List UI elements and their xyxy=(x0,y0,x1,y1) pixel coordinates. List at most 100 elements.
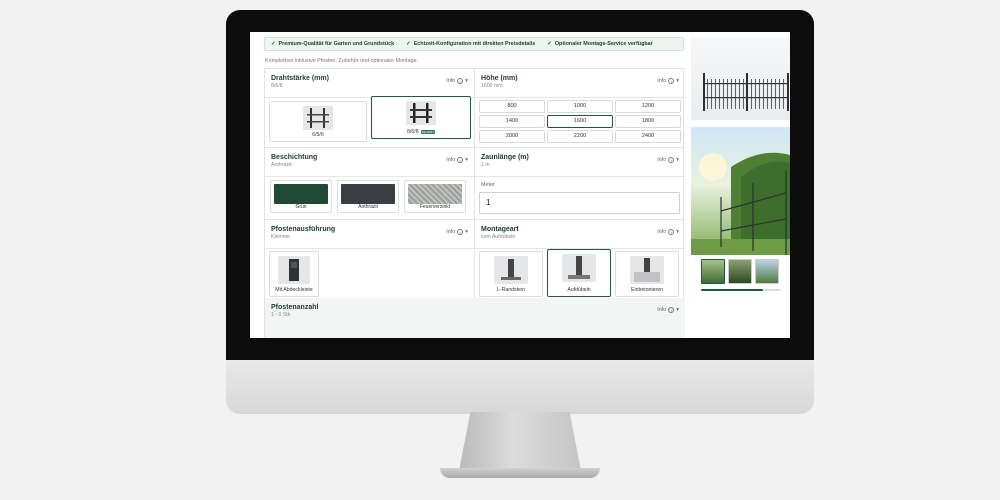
hoehe-option-1000[interactable]: 1000 xyxy=(547,100,613,113)
hoehe-option-1200[interactable]: 1200 xyxy=(615,100,681,113)
info-toggle[interactable]: Info i ▾ xyxy=(657,229,679,235)
section-value: 1600 mm xyxy=(481,83,503,89)
info-icon: i xyxy=(668,157,675,163)
chevron-down-icon: ▾ xyxy=(676,229,679,235)
option-aufduebeln[interactable]: Aufdübeln xyxy=(547,249,611,297)
option-drahtstaerke-868[interactable]: 8/6/8 BELIEBT xyxy=(371,96,471,139)
check-icon: ✓ xyxy=(547,41,552,47)
image-caption xyxy=(691,122,790,126)
chevron-down-icon: ▾ xyxy=(465,78,468,84)
chevron-down-icon: ▾ xyxy=(676,157,679,163)
post-image xyxy=(278,256,310,284)
color-chip xyxy=(341,184,395,204)
mount-image xyxy=(630,256,664,284)
usp-item-1: ✓ Premium-Qualität für Garten und Grundst… xyxy=(271,41,395,47)
gallery-thumbnail[interactable] xyxy=(755,259,779,284)
option-drahtstaerke-656[interactable]: 6/5/6 xyxy=(269,101,367,142)
section-montageart-header[interactable]: Montageart zum Aufdübeln Info i ▾ xyxy=(475,220,685,248)
section-title: Zaunlänge (m) xyxy=(481,154,529,161)
hoehe-option-2200[interactable]: 2200 xyxy=(547,130,613,143)
fence-panel-image xyxy=(303,106,333,130)
usp-banner: ✓ Premium-Qualität für Garten und Grundst… xyxy=(264,37,684,51)
info-toggle[interactable]: Info i ▾ xyxy=(446,157,468,163)
row-divider xyxy=(265,248,685,249)
section-pfostenausfuehrung-header[interactable]: Pfostenausführung Klemme Info i ▾ xyxy=(265,220,474,248)
info-icon: i xyxy=(457,229,464,235)
info-icon: i xyxy=(457,78,464,84)
option-mit-abdeckleiste[interactable]: Mit Abdeckleiste xyxy=(269,251,319,297)
section-beschichtung-header[interactable]: Beschichtung Anthrazit Info i ▾ xyxy=(265,148,474,176)
section-hoehe-header[interactable]: Höhe (mm) 1600 mm Info i ▾ xyxy=(475,69,685,97)
info-toggle[interactable]: Info i ▾ xyxy=(446,78,468,84)
hoehe-option-2000[interactable]: 2000 xyxy=(479,130,545,143)
swatch-gruen[interactable]: Grün xyxy=(270,180,332,213)
meter-label: Meter xyxy=(481,182,495,188)
section-value: Klemme xyxy=(271,234,291,240)
section-title: Höhe (mm) xyxy=(481,75,518,82)
gallery-thumbnails xyxy=(701,259,790,285)
hoehe-option-1600[interactable]: 1600 xyxy=(547,115,613,128)
monitor-chin xyxy=(226,360,814,414)
monitor-stand-neck xyxy=(458,412,582,476)
usp-item-3: ✓ Optionaler Montage-Service verfügbar xyxy=(547,41,653,47)
option-label: Aufdübeln xyxy=(567,287,591,293)
info-toggle[interactable]: Info i ▾ xyxy=(657,157,679,163)
info-toggle[interactable]: Info i ▾ xyxy=(446,229,468,235)
mount-image xyxy=(494,256,528,284)
configurator-panel: Drahtstärke (mm) 8/6/8 Info i ▾ Höhe (mm) … xyxy=(264,68,685,338)
fence-product-image[interactable] xyxy=(691,37,790,120)
usp-item-2: ✓ Echtzeit-Konfiguration mit direkten Pre… xyxy=(406,41,536,47)
row-divider xyxy=(265,97,685,98)
color-chip xyxy=(274,184,328,204)
section-title: Pfostenanzahl xyxy=(271,304,319,311)
option-label: Einbetonieren xyxy=(630,287,663,293)
option-label: 6/5/6 xyxy=(312,132,324,138)
swatch-label: Grün xyxy=(295,204,307,210)
info-icon: i xyxy=(668,307,675,313)
info-toggle[interactable]: Info i ▾ xyxy=(657,78,679,84)
configurator-screen: ✓ Premium-Qualität für Garten und Grundst… xyxy=(250,32,790,338)
thumbnail-scrollbar[interactable] xyxy=(701,289,781,291)
chevron-down-icon: ▾ xyxy=(676,78,679,84)
column-divider xyxy=(474,69,475,298)
gallery-thumbnail[interactable] xyxy=(701,259,725,284)
section-drahtstaerke-header[interactable]: Drahtstärke (mm) 8/6/8 Info i ▾ xyxy=(265,69,474,97)
section-value: 1 m xyxy=(481,162,490,168)
swatch-anthrazit[interactable]: Anthrazit xyxy=(337,180,399,213)
hoehe-option-1400[interactable]: 1400 xyxy=(479,115,545,128)
hoehe-option-800[interactable]: 800 xyxy=(479,100,545,113)
product-gallery xyxy=(691,37,790,338)
section-value: 8/6/8 xyxy=(271,83,283,89)
chevron-down-icon: ▾ xyxy=(465,229,468,235)
section-zaunlaenge-header[interactable]: Zaunlänge (m) 1 m Info i ▾ xyxy=(475,148,685,176)
option-label: L-Randstein xyxy=(497,287,525,293)
option-label: Mit Abdeckleiste xyxy=(275,287,313,293)
section-title: Drahtstärke (mm) xyxy=(271,75,329,82)
zaunlaenge-input[interactable]: 1 xyxy=(479,192,680,214)
option-label: 8/6/8 BELIEBT xyxy=(407,129,435,135)
check-icon: ✓ xyxy=(406,41,411,47)
section-pfostenanzahl: Pfostenanzahl 1 - 0 Stk Info i ▾ xyxy=(265,298,685,338)
section-title: Montageart xyxy=(481,226,519,233)
section-pfostenanzahl-header[interactable]: Pfostenanzahl 1 - 0 Stk Info i ▾ xyxy=(265,298,685,326)
section-value: zum Aufdübeln xyxy=(481,234,516,240)
monitor-stand-foot xyxy=(440,468,600,478)
option-l-randstein[interactable]: L-Randstein xyxy=(479,251,543,297)
mount-image xyxy=(562,254,596,282)
check-icon: ✓ xyxy=(271,41,276,47)
gallery-thumbnail[interactable] xyxy=(728,259,752,284)
info-toggle[interactable]: Info i ▾ xyxy=(657,307,679,313)
hoehe-option-2400[interactable]: 2400 xyxy=(615,130,681,143)
scrollbar-thumb[interactable] xyxy=(701,289,763,291)
swatch-label: Feuerverzinkt xyxy=(419,204,451,210)
section-title: Beschichtung xyxy=(271,154,318,161)
popular-badge: BELIEBT xyxy=(420,129,435,134)
hoehe-option-1800[interactable]: 1800 xyxy=(615,115,681,128)
option-einbetonieren[interactable]: Einbetonieren xyxy=(615,251,679,297)
swatch-feuerverzinkt[interactable]: Feuerverzinkt xyxy=(404,180,466,213)
info-icon: i xyxy=(668,78,675,84)
row-divider xyxy=(265,176,685,177)
chevron-down-icon: ▾ xyxy=(676,307,679,313)
garden-fence-photo[interactable] xyxy=(691,127,790,255)
set-description: Komplettset inklusive Pfosten, Zubehör u… xyxy=(265,58,419,64)
